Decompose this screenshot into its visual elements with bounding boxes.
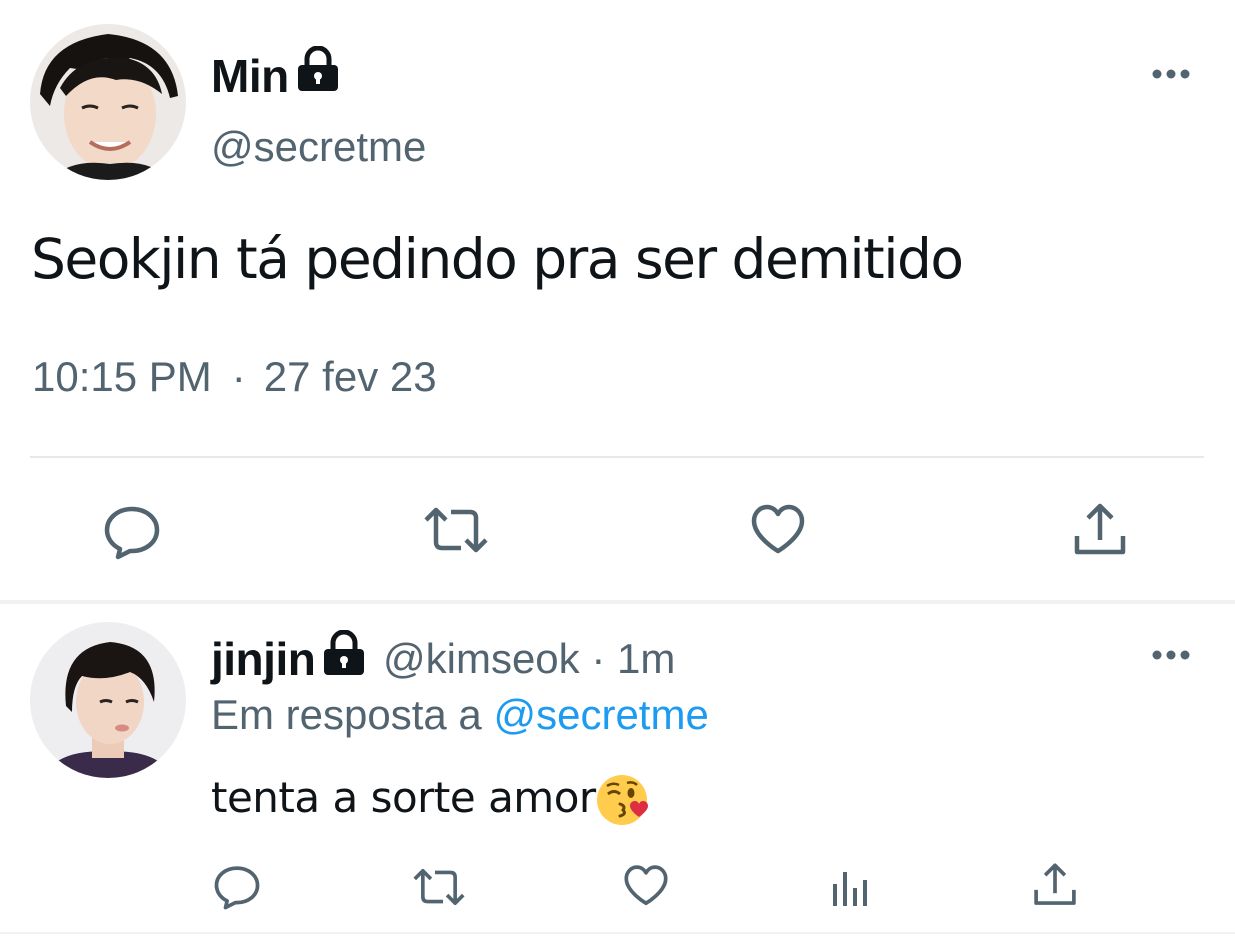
share-button[interactable] [1072, 502, 1128, 558]
views-icon [833, 872, 867, 906]
tweet-text: Seokjin tá pedindo pra ser demitido [31, 227, 964, 291]
divider [30, 456, 1204, 458]
display-name[interactable]: Min [211, 49, 289, 103]
reply-context: Em resposta a @secretme [211, 690, 709, 740]
more-icon[interactable] [1151, 648, 1191, 662]
reply-button[interactable] [214, 864, 260, 910]
tweet-date[interactable]: 27 fev 23 [264, 352, 437, 402]
retweet-icon [413, 869, 465, 905]
avatar[interactable] [30, 24, 186, 180]
lock-icon [322, 629, 366, 676]
views-button[interactable] [830, 868, 870, 908]
user-handle[interactable]: @secretme [211, 122, 426, 172]
share-button[interactable] [1032, 862, 1078, 908]
mention-link[interactable]: @secretme [493, 691, 708, 738]
share-icon [1034, 863, 1076, 905]
avatar[interactable] [30, 622, 186, 778]
reply-prefix: Em resposta a [211, 691, 494, 738]
like-button[interactable] [623, 864, 669, 908]
retweet-icon [424, 507, 488, 553]
heart-icon [624, 865, 668, 906]
reply-icon [104, 506, 160, 560]
display-name[interactable]: jinjin [211, 632, 316, 686]
main-tweet: Min @secretme Seokjin tá pedindo pra ser… [0, 0, 1235, 600]
heart-icon [751, 504, 805, 554]
like-button[interactable] [750, 504, 806, 556]
share-icon [1074, 503, 1126, 555]
more-icon[interactable] [1151, 67, 1191, 81]
user-handle[interactable]: @kimseok · 1m [383, 632, 675, 686]
divider [0, 932, 1235, 934]
face-throwing-a-kiss-emoji [595, 772, 651, 828]
retweet-button[interactable] [423, 504, 489, 556]
tweet-time[interactable]: 10:15 PM [32, 352, 212, 402]
meta-separator: · [231, 353, 246, 400]
reply-icon [214, 866, 260, 910]
lock-icon [296, 45, 340, 92]
tweet-text: tenta a sorte amor [211, 773, 596, 822]
reply-button[interactable] [104, 504, 160, 560]
retweet-button[interactable] [411, 866, 467, 908]
tweet-thread: Min @secretme Seokjin tá pedindo pra ser… [0, 0, 1235, 936]
thread-divider [0, 600, 1235, 604]
tweet-timestamp[interactable]: 10:15 PM · 27 fev 23 [32, 352, 437, 402]
